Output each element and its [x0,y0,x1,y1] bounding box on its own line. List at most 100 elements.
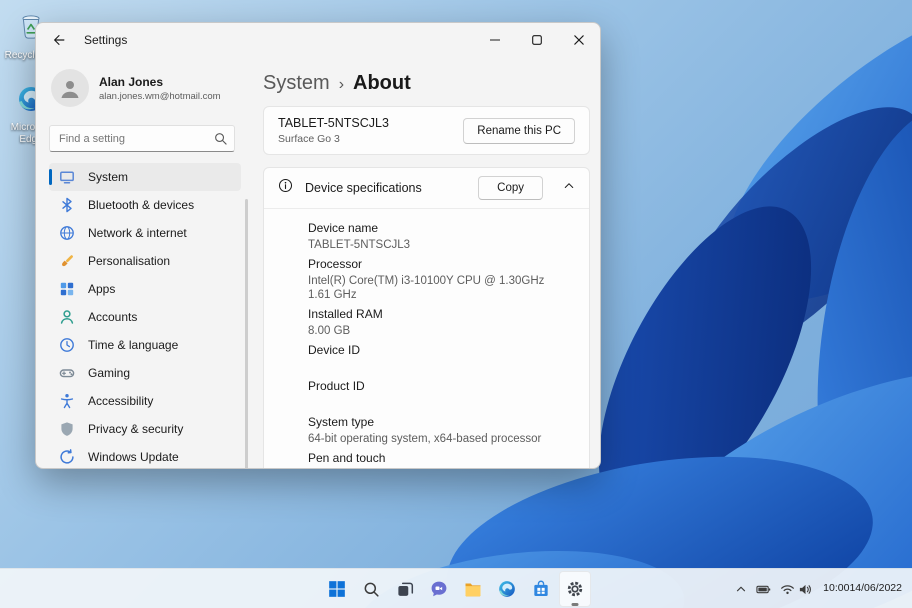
battery-tray-button[interactable] [752,573,775,605]
edge-button[interactable] [491,571,523,607]
sidebar-item-network-internet[interactable]: Network & internet [49,219,241,247]
maximize-icon [532,35,542,45]
spec-field-pen-touch: Pen and touch Pen and touch support with… [308,451,386,465]
sidebar-item-label: Personalisation [88,254,171,268]
sidebar-item-time-language[interactable]: Time & language [49,331,241,359]
person-icon [61,81,79,98]
tray-time: 10:00 [823,582,850,595]
network-volume-tray-button[interactable] [775,573,818,605]
sidebar: Alan Jones alan.jones.wm@hotmail.com Sys… [36,57,249,468]
chevron-up-icon[interactable] [563,179,575,197]
apps-grid-icon [59,281,75,297]
sidebar-item-bluetooth-devices[interactable]: Bluetooth & devices [49,191,241,219]
file-explorer-icon [465,583,481,597]
close-button[interactable] [558,23,600,57]
edge-icon [499,581,515,597]
volume-icon [800,584,812,594]
device-specifications-body: Device name TABLET-5NTSCJL3 Processor In… [264,209,589,468]
system-icon [59,169,75,185]
taskbar: 10:00 14/06/2022 [0,568,912,608]
breadcrumb: System › About [263,69,590,99]
spec-field-system-type: System type 64-bit operating system, x64… [308,415,542,445]
chat-button[interactable] [423,571,455,607]
clock-icon [59,337,75,353]
taskbar-search-button[interactable] [355,571,387,607]
specs-title: Device specifications [305,181,422,195]
sidebar-item-accessibility[interactable]: Accessibility [49,387,241,415]
desktop: Recycle Bin Microsoft Edge Settings Alan… [0,0,912,608]
sidebar-item-label: Windows Update [88,450,179,464]
user-account[interactable]: Alan Jones alan.jones.wm@hotmail.com [49,69,243,107]
device-specifications-card: Device specifications Copy Device name T… [263,167,590,468]
shield-icon [59,421,75,437]
start-button[interactable] [321,571,353,607]
maximize-button[interactable] [516,23,558,57]
sidebar-item-label: Gaming [88,366,131,380]
spec-field-device-id: Device ID [308,343,361,357]
spec-field-product-id: Product ID [308,379,365,393]
spec-field-installed-ram: Installed RAM 8.00 GB [308,307,383,337]
main-panel: System › About TABLET-5NTSCJL3 Surface G… [249,57,600,468]
search-icon [364,582,379,597]
copy-button[interactable]: Copy [478,176,543,200]
user-email: alan.jones.wm@hotmail.com [99,90,221,102]
sidebar-item-privacy-security[interactable]: Privacy & security [49,415,241,443]
microsoft-store-button[interactable] [525,571,557,607]
sidebar-item-windows-update[interactable]: Windows Update [49,443,241,468]
back-arrow-icon [54,35,65,45]
breadcrumb-separator-icon: › [338,76,345,93]
globe-icon [59,225,75,241]
account-person-icon [59,309,75,325]
sidebar-item-label: Accessibility [88,394,154,408]
device-specifications-header[interactable]: Device specifications Copy [264,168,589,209]
system-tray: 10:00 14/06/2022 [730,569,910,608]
sidebar-item-label: Apps [88,282,116,296]
sidebar-item-personalisation[interactable]: Personalisation [49,247,241,275]
update-arrows-icon [59,449,75,465]
device-name-card: TABLET-5NTSCJL3 Surface Go 3 Rename this… [263,106,590,155]
titlebar: Settings [36,23,600,57]
tray-date: 14/06/2022 [849,582,902,595]
minimize-button[interactable] [474,23,516,57]
selected-indicator [49,169,52,185]
sidebar-item-label: Network & internet [88,226,187,240]
sidebar-item-system[interactable]: System [49,163,241,191]
bluetooth-icon [59,197,75,213]
device-model: Surface Go 3 [278,133,340,145]
breadcrumb-root[interactable]: System [263,69,330,97]
sidebar-item-label: Bluetooth & devices [88,198,195,212]
sidebar-scrollbar[interactable] [245,199,248,468]
sidebar-item-label: Privacy & security [88,422,184,436]
user-name: Alan Jones [99,74,164,89]
clock-button[interactable]: 10:00 14/06/2022 [818,573,910,605]
store-icon [534,580,548,596]
page-title: About [353,72,411,94]
sidebar-item-apps[interactable]: Apps [49,275,241,303]
paintbrush-icon [59,253,75,269]
search-input[interactable] [49,125,235,152]
window-title: Settings [84,33,128,47]
file-explorer-button[interactable] [457,571,489,607]
sidebar-item-accounts[interactable]: Accounts [49,303,241,331]
game-controller-icon [59,365,75,381]
close-icon [574,35,584,45]
sidebar-nav: System Bluetooth & devices Network & int… [49,163,243,468]
avatar [51,69,89,107]
hidden-icons-button[interactable] [730,573,752,605]
rename-pc-button[interactable]: Rename this PC [463,117,575,144]
battery-icon [756,585,771,593]
sidebar-item-gaming[interactable]: Gaming [49,359,241,387]
sidebar-item-label: Accounts [88,310,138,324]
sidebar-item-label: Time & language [88,338,179,352]
info-icon [278,178,293,198]
search-icon [214,132,227,150]
task-view-icon [397,582,413,596]
gear-icon [567,581,583,597]
task-view-button[interactable] [389,571,421,607]
accessibility-person-icon [59,393,75,409]
spec-field-device-name: Device name TABLET-5NTSCJL3 [308,221,411,251]
back-button[interactable] [44,27,74,53]
chat-icon [431,581,447,597]
sidebar-item-label: System [88,170,129,184]
settings-button[interactable] [559,571,591,607]
